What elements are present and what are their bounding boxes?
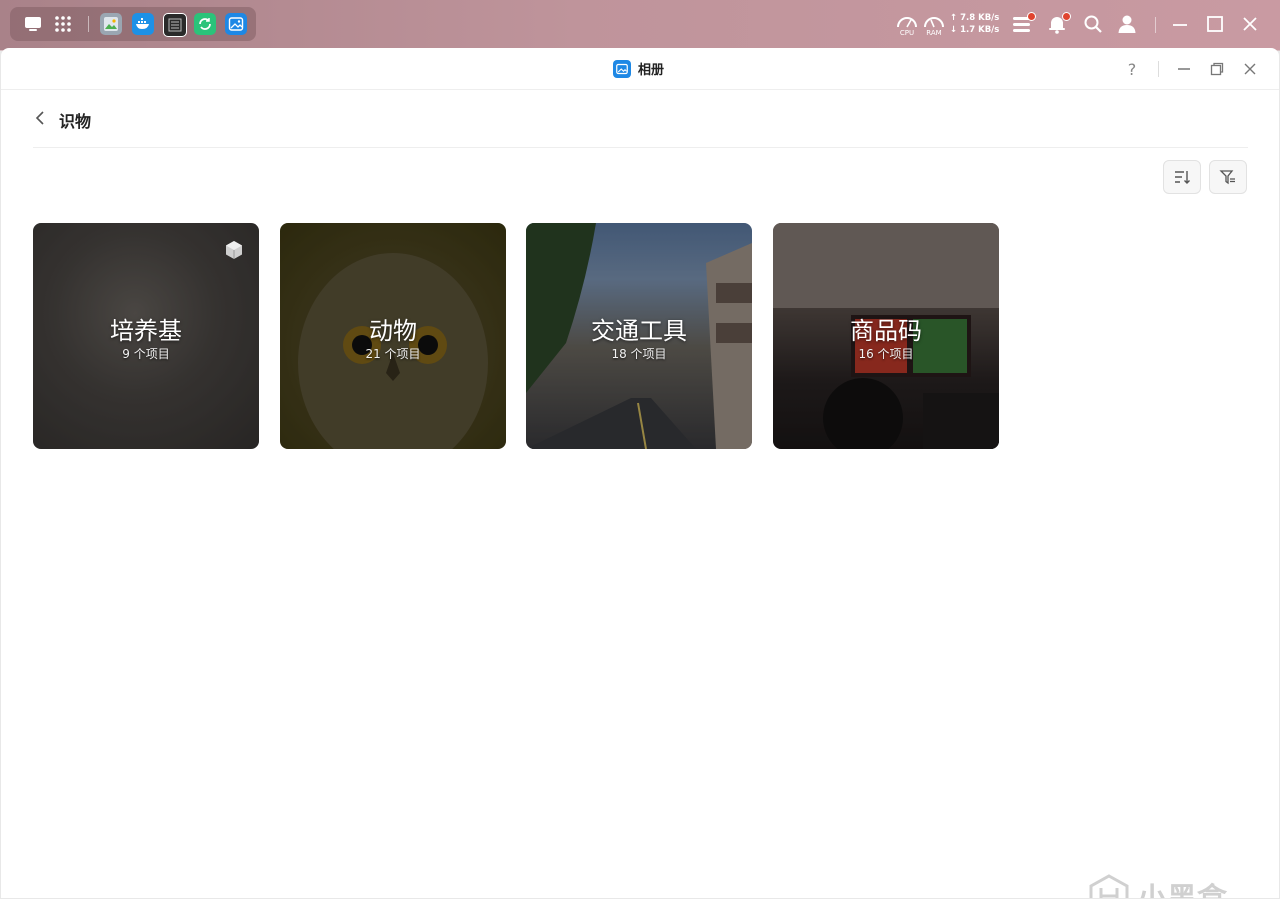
- album-card[interactable]: 动物 21 个项目: [280, 223, 506, 449]
- window-title-text: 相册: [638, 63, 665, 78]
- minimize-button[interactable]: [1174, 59, 1194, 79]
- notification-badge: [1062, 12, 1071, 21]
- image-viewer-app-icon[interactable]: [100, 13, 122, 35]
- notification-bell-icon[interactable]: [1047, 12, 1071, 36]
- ram-label: RAM: [926, 29, 942, 37]
- close-icon: [1244, 63, 1256, 75]
- photos-app-icon: [613, 59, 631, 78]
- launcher-divider: [88, 16, 89, 32]
- album-name: 商品码: [850, 317, 922, 345]
- window-title: 相册: [613, 59, 664, 78]
- close-button[interactable]: [1240, 59, 1260, 79]
- close-desktop-icon[interactable]: [1240, 14, 1262, 36]
- control-center-icon[interactable]: [1012, 12, 1036, 36]
- control-center-badge: [1027, 12, 1036, 21]
- restore-button[interactable]: [1207, 59, 1227, 79]
- restore-icon: [1210, 62, 1224, 76]
- page-title: 识物: [59, 112, 92, 131]
- watermark-logo-icon: [1089, 874, 1129, 898]
- titlebar-divider: [1158, 61, 1159, 77]
- watermark: 小黑盒: [1087, 874, 1227, 898]
- album-name: 培养基: [110, 317, 182, 345]
- photos-window: 相册 ? 识物 培养基 9 个项目 动物 21 个项目 交通工具 18 个项目 …: [1, 48, 1279, 898]
- minimize-all-icon[interactable]: [1170, 14, 1192, 36]
- minimize-icon: [1178, 68, 1190, 70]
- photos-app-icon[interactable]: [225, 13, 247, 35]
- terminal-app-icon[interactable]: [163, 13, 187, 37]
- sync-app-icon[interactable]: [194, 13, 216, 35]
- filter-button[interactable]: [1209, 160, 1247, 194]
- upload-arrow-icon: ↑: [950, 13, 958, 23]
- album-count: 9 个项目: [122, 347, 170, 361]
- download-arrow-icon: ↓: [950, 25, 958, 35]
- sort-icon: [1175, 171, 1190, 184]
- maximize-icon[interactable]: [1205, 14, 1227, 36]
- desktop-icon[interactable]: [22, 13, 44, 35]
- user-avatar-icon[interactable]: [1117, 14, 1139, 36]
- header-divider: [33, 147, 1248, 148]
- back-arrow-icon[interactable]: [33, 110, 49, 130]
- filter-icon: [1219, 170, 1235, 185]
- upload-speed: ↑ 7.8 KB/s: [950, 13, 1000, 23]
- album-count: 18 个项目: [611, 347, 667, 361]
- download-speed: ↓ 1.7 KB/s: [950, 25, 1000, 35]
- cpu-gauge-icon[interactable]: CPU: [896, 14, 918, 38]
- album-name: 动物: [369, 317, 417, 345]
- album-count: 16 个项目: [858, 347, 914, 361]
- app-launcher-dock: [10, 7, 256, 41]
- album-card[interactable]: 培养基 9 个项目: [33, 223, 259, 449]
- search-icon[interactable]: [1083, 14, 1105, 36]
- sort-button[interactable]: [1163, 160, 1201, 194]
- ram-gauge-icon[interactable]: RAM: [923, 14, 945, 38]
- watermark-text: 小黑盒: [1137, 874, 1227, 898]
- docker-app-icon[interactable]: [132, 13, 154, 35]
- cube-icon: [226, 241, 242, 259]
- album-card[interactable]: 交通工具 18 个项目: [526, 223, 752, 449]
- album-name: 交通工具: [591, 317, 687, 345]
- album-count: 21 个项目: [365, 347, 421, 361]
- breadcrumb: 识物: [33, 108, 91, 132]
- app-grid-icon[interactable]: [52, 13, 74, 35]
- album-card[interactable]: 商品码 16 个项目: [773, 223, 999, 449]
- network-speed: ↑ 7.8 KB/s ↓ 1.7 KB/s: [950, 12, 1002, 36]
- system-bar-divider: [1155, 17, 1156, 33]
- cpu-label: CPU: [899, 29, 915, 37]
- help-button[interactable]: ?: [1122, 59, 1142, 79]
- system-taskbar: CPU RAM ↑ 7.8 KB/s ↓ 1.7 KB/s: [0, 0, 1280, 50]
- window-titlebar[interactable]: 相册 ?: [1, 48, 1279, 90]
